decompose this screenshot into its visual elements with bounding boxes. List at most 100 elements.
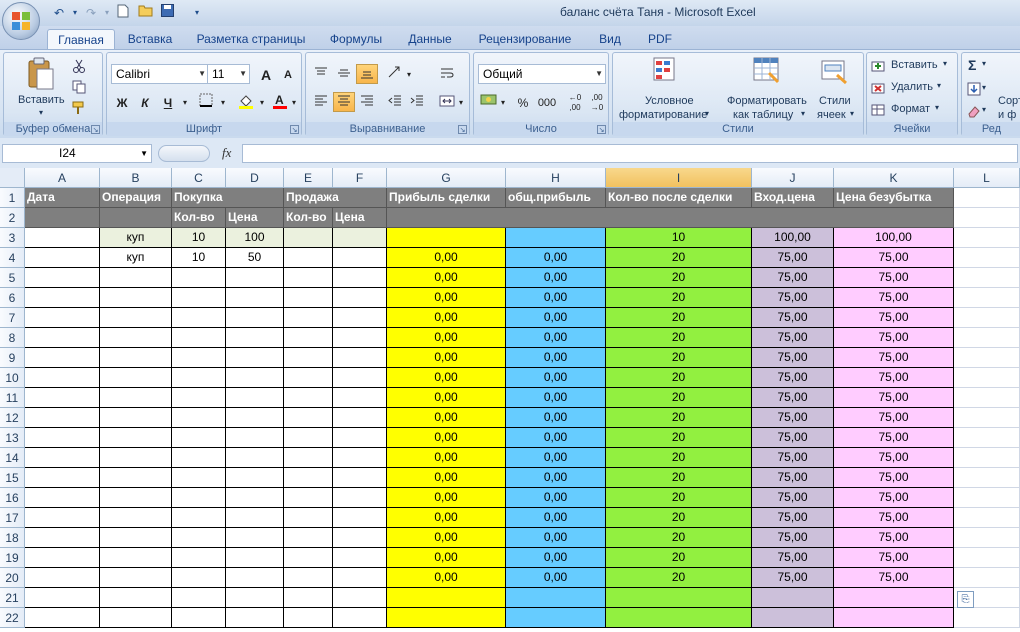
- cell-i15[interactable]: 20: [606, 468, 752, 488]
- row-header-19[interactable]: 19: [0, 548, 25, 568]
- cell-l17[interactable]: [954, 508, 1020, 528]
- cell-l20[interactable]: [954, 568, 1020, 588]
- cell-j21[interactable]: [752, 588, 834, 608]
- row-header-9[interactable]: 9: [0, 348, 25, 368]
- cell-e22[interactable]: [284, 608, 333, 628]
- tab-pdf[interactable]: PDF: [640, 29, 680, 49]
- cell-l15[interactable]: [954, 468, 1020, 488]
- cell-i5[interactable]: 20: [606, 268, 752, 288]
- cell-b8[interactable]: [100, 328, 172, 348]
- cell-a14[interactable]: [25, 448, 100, 468]
- align-bottom-icon[interactable]: [356, 64, 378, 84]
- save-icon[interactable]: [158, 4, 176, 22]
- cell-b2[interactable]: [100, 208, 172, 228]
- insert-function-button[interactable]: fx: [222, 145, 238, 162]
- cell-h6[interactable]: 0,00: [506, 288, 606, 308]
- office-button[interactable]: [2, 2, 40, 40]
- cell-e18[interactable]: [284, 528, 333, 548]
- tab-review[interactable]: Рецензирование: [472, 29, 578, 49]
- cell-j3[interactable]: 100,00: [752, 228, 834, 248]
- decrease-indent-icon[interactable]: [384, 92, 406, 112]
- cell-g13[interactable]: 0,00: [387, 428, 506, 448]
- row-header-16[interactable]: 16: [0, 488, 25, 508]
- borders-icon[interactable]: [195, 92, 217, 112]
- cell-h11[interactable]: 0,00: [506, 388, 606, 408]
- cell-k10[interactable]: 75,00: [834, 368, 954, 388]
- column-header-f[interactable]: F: [333, 168, 387, 188]
- cell-e4[interactable]: [284, 248, 333, 268]
- align-middle-icon[interactable]: [333, 64, 355, 84]
- cell-h9[interactable]: 0,00: [506, 348, 606, 368]
- cell-h3[interactable]: [506, 228, 606, 248]
- cell-c10[interactable]: [172, 368, 226, 388]
- cell-f15[interactable]: [333, 468, 387, 488]
- cell-d11[interactable]: [226, 388, 284, 408]
- cell-l11[interactable]: [954, 388, 1020, 408]
- insert-cells-icon[interactable]: [871, 60, 885, 72]
- cell-k19[interactable]: 75,00: [834, 548, 954, 568]
- cell-i20[interactable]: 20: [606, 568, 752, 588]
- cell-d19[interactable]: [226, 548, 284, 568]
- cell-g3[interactable]: [387, 228, 506, 248]
- cell-i19[interactable]: 20: [606, 548, 752, 568]
- cell-b17[interactable]: [100, 508, 172, 528]
- cell-a22[interactable]: [25, 608, 100, 628]
- cell-a1[interactable]: Дата: [25, 188, 100, 208]
- currency-format-icon[interactable]: [478, 92, 500, 112]
- merge-center-icon[interactable]: [436, 92, 458, 112]
- font-size-combo[interactable]: 11 ▼: [207, 64, 250, 84]
- cell-k13[interactable]: 75,00: [834, 428, 954, 448]
- tab-view[interactable]: Вид: [590, 29, 630, 49]
- cell-e9[interactable]: [284, 348, 333, 368]
- cell-b6[interactable]: [100, 288, 172, 308]
- column-header-e[interactable]: E: [284, 168, 333, 188]
- cell-j20[interactable]: 75,00: [752, 568, 834, 588]
- sort-filter-label-1[interactable]: Сорт: [998, 95, 1020, 107]
- cell-c21[interactable]: [172, 588, 226, 608]
- cell-e12[interactable]: [284, 408, 333, 428]
- cell-a17[interactable]: [25, 508, 100, 528]
- cell-h5[interactable]: 0,00: [506, 268, 606, 288]
- cell-l16[interactable]: [954, 488, 1020, 508]
- cell-a15[interactable]: [25, 468, 100, 488]
- cell-f17[interactable]: [333, 508, 387, 528]
- column-header-h[interactable]: H: [506, 168, 606, 188]
- cell-h8[interactable]: 0,00: [506, 328, 606, 348]
- align-left-icon[interactable]: [310, 92, 332, 112]
- cell-k7[interactable]: 75,00: [834, 308, 954, 328]
- shrink-font-button[interactable]: A: [277, 64, 299, 84]
- cell-b5[interactable]: [100, 268, 172, 288]
- cell-d13[interactable]: [226, 428, 284, 448]
- cell-e19[interactable]: [284, 548, 333, 568]
- cell-d18[interactable]: [226, 528, 284, 548]
- cell-c3[interactable]: 10: [172, 228, 226, 248]
- cell-d21[interactable]: [226, 588, 284, 608]
- cell-k16[interactable]: 75,00: [834, 488, 954, 508]
- cell-a16[interactable]: [25, 488, 100, 508]
- cell-a6[interactable]: [25, 288, 100, 308]
- cell-h10[interactable]: 0,00: [506, 368, 606, 388]
- row-header-22[interactable]: 22: [0, 608, 25, 628]
- cell-b1[interactable]: Операция: [100, 188, 172, 208]
- cell-g9[interactable]: 0,00: [387, 348, 506, 368]
- cell-b20[interactable]: [100, 568, 172, 588]
- row-header-1[interactable]: 1: [0, 188, 25, 208]
- cell-d9[interactable]: [226, 348, 284, 368]
- cell-c1[interactable]: Покупка: [172, 188, 284, 208]
- font-color-dropdown-icon[interactable]: ▾: [289, 92, 299, 112]
- column-header-k[interactable]: K: [834, 168, 954, 188]
- clear-icon[interactable]: [967, 104, 981, 118]
- cell-l19[interactable]: [954, 548, 1020, 568]
- cell-l12[interactable]: [954, 408, 1020, 428]
- cell-j19[interactable]: 75,00: [752, 548, 834, 568]
- cell-l4[interactable]: [954, 248, 1020, 268]
- align-top-icon[interactable]: [310, 64, 332, 84]
- cell-j12[interactable]: 75,00: [752, 408, 834, 428]
- cell-d2[interactable]: Цена: [226, 208, 284, 228]
- cell-a10[interactable]: [25, 368, 100, 388]
- new-file-icon[interactable]: [114, 4, 132, 22]
- merge-dropdown-icon[interactable]: ▾: [456, 92, 466, 112]
- cell-j6[interactable]: 75,00: [752, 288, 834, 308]
- cell-f14[interactable]: [333, 448, 387, 468]
- row-header-2[interactable]: 2: [0, 208, 25, 228]
